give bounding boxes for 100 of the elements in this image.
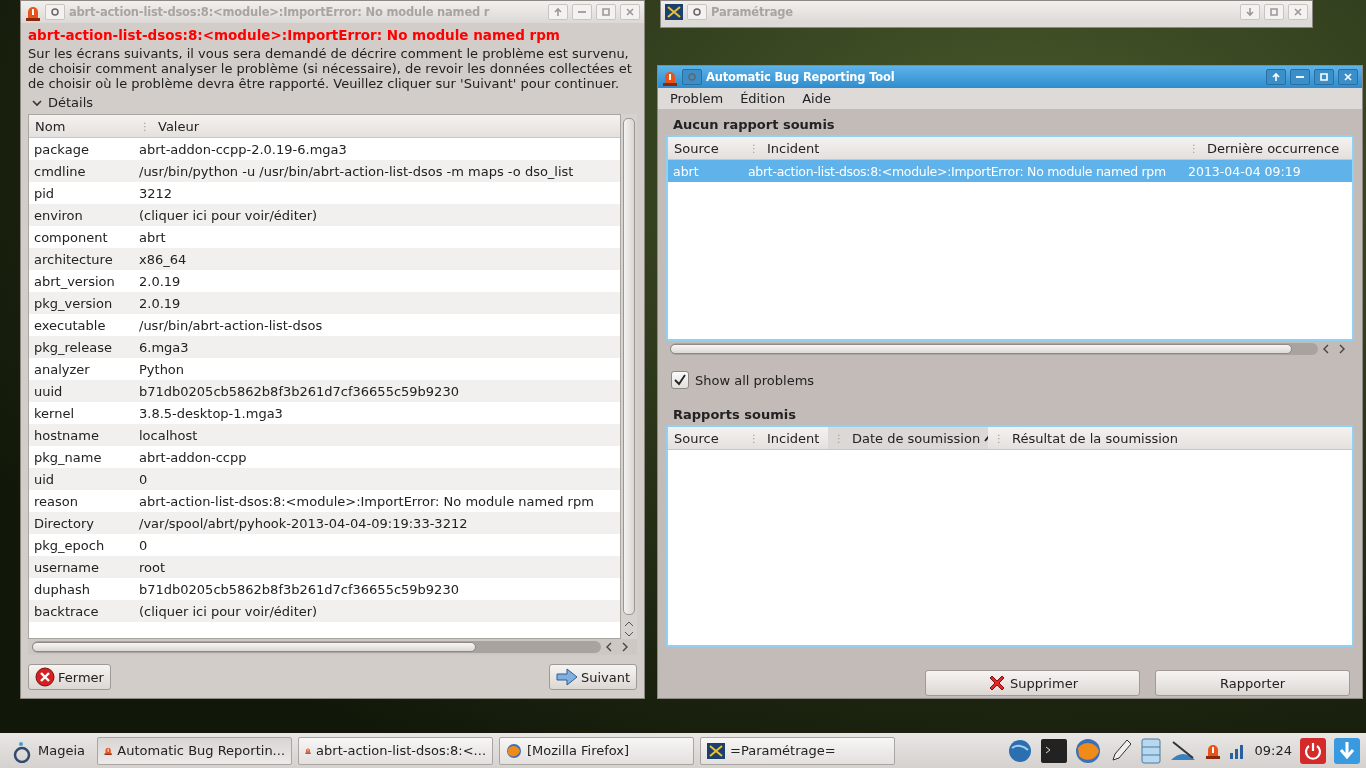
table-cell-text: pid [33, 185, 56, 201]
column-label: Incident [767, 140, 820, 156]
column-header[interactable]: ⋮ Incident [743, 427, 828, 449]
next-button[interactable]: Suivant [548, 664, 637, 690]
description-text: Sur les écrans suivants, il vous sera demandé de décrire comment le problème est survenu, de choisir comment analyser le problème (si nécessaire), de revoir les données collectées et de choisir où le problème devra être rapporté. Veuillez cliquer sur 'Suivant' pour continuer. [28, 46, 633, 91]
power-icon[interactable] [1300, 737, 1326, 764]
column-header[interactable]: ⋮ Incident [743, 137, 1183, 159]
start-menu-button[interactable]: Mageia [6, 738, 91, 763]
table-cell-text: 2.0.19 [138, 295, 182, 311]
table-cell-text: abrt-addon-ccpp [138, 449, 248, 465]
menu-item[interactable]: Problem [670, 91, 724, 106]
table-cell-text: pkg_version [33, 295, 114, 311]
column-label: Résultat de la soumission [1012, 430, 1179, 446]
close-icon [1293, 7, 1303, 17]
show-all-checkbox[interactable]: Show all problems [671, 371, 1354, 389]
table-cell-text: package [33, 141, 90, 157]
column-separator: ⋮ [140, 120, 150, 132]
horizontal-scrollbar[interactable] [28, 639, 637, 655]
taskbar-task[interactable]: =Paramétrage= [700, 736, 895, 765]
column-header[interactable]: ⋮ Résultat de la soumission [988, 427, 1352, 449]
table-cell-text: (cliquer ici pour voir/éditer) [138, 603, 319, 619]
terminal-icon[interactable] [1040, 738, 1067, 763]
table-cell-text: 3.8.5-desktop-1.mga3 [138, 405, 284, 421]
table-cell-text: root [138, 559, 167, 575]
menu-item[interactable]: Édition [740, 91, 786, 106]
arrow-down-icon [1245, 7, 1255, 17]
table-cell-text: localhost [138, 427, 199, 443]
column-label: Source [674, 430, 719, 446]
close-button[interactable] [1288, 4, 1308, 20]
tools-icon [707, 742, 725, 759]
close-button[interactable]: Fermer [28, 664, 111, 690]
column-header[interactable]: Nom [29, 115, 134, 137]
table-cell-text: Python [138, 361, 186, 377]
table-cell-text: b71db0205cb5862b8f3b261d7cf36655c59b9230 [138, 383, 460, 399]
circle-icon [693, 8, 701, 16]
maximize-button[interactable] [1314, 69, 1334, 85]
browser-icon[interactable] [1074, 737, 1101, 764]
taskbar-task[interactable]: abrt-action-list-dsos:8:<... [298, 736, 493, 765]
maximize-icon [1319, 72, 1329, 82]
close-icon [625, 7, 635, 17]
keep-below-button[interactable] [1240, 4, 1260, 20]
table-cell-text: uid [33, 471, 56, 487]
checkmark-icon [674, 374, 686, 386]
section-title: Aucun rapport soumis [673, 117, 836, 132]
table-cell-text: uuid [33, 383, 64, 399]
window-title: abrt-action-list-dsos:8:<module>:ImportError: No module named r [69, 5, 491, 19]
arrow-up-icon [1271, 72, 1281, 82]
column-separator: ⋮ [1189, 142, 1199, 154]
column-header[interactable]: Source [668, 137, 743, 159]
minimize-button[interactable] [572, 4, 592, 20]
table-cell-text: Directory [33, 515, 95, 531]
column-separator: ⋮ [834, 432, 844, 444]
table-cell-text: reason [33, 493, 79, 509]
maximize-button[interactable] [1264, 4, 1284, 20]
arrow-up-icon [553, 7, 563, 17]
maximize-button[interactable] [596, 4, 616, 20]
table-cell-text: username [33, 559, 100, 575]
table-cell-text: 3212 [138, 185, 174, 201]
details-expander[interactable]: Détails [28, 91, 637, 112]
tools-icon [665, 4, 683, 20]
menu-item[interactable]: Aide [802, 91, 831, 106]
column-label: Incident [767, 430, 820, 446]
alarm-light-icon [1204, 742, 1221, 759]
column-header[interactable]: ⋮ Date de soumission [828, 427, 988, 449]
window-menu-button[interactable] [45, 4, 65, 20]
column-header[interactable]: ⋮ Dernière occurrence [1183, 137, 1352, 159]
minimize-button[interactable] [1290, 69, 1310, 85]
table-cell-text: 2.0.19 [138, 273, 182, 289]
circle-icon [51, 8, 59, 16]
table-cell-text: b71db0205cb5862b8f3b261d7cf36655c59b9230 [138, 581, 460, 597]
arrow-right-icon [555, 668, 578, 686]
close-icon [1343, 72, 1353, 82]
close-button[interactable] [1338, 69, 1358, 85]
globe-icon[interactable] [1006, 737, 1033, 764]
table-cell-text: x86_64 [138, 251, 188, 267]
table-cell-text: (cliquer ici pour voir/éditer) [138, 207, 319, 223]
cabinet-icon[interactable] [1140, 737, 1161, 764]
table-cell-text: architecture [33, 251, 114, 267]
vertical-scrollbar[interactable] [621, 114, 637, 639]
clock: 09:24 [1254, 743, 1292, 758]
taskbar-task[interactable]: Automatic Bug Reportin... [97, 736, 292, 765]
column-header[interactable]: ⋮ Valeur [134, 115, 620, 137]
window-menu-button[interactable] [687, 4, 707, 20]
keep-above-button[interactable] [548, 4, 568, 20]
minimize-icon [578, 11, 586, 13]
close-button[interactable] [620, 4, 640, 20]
table-cell-text: kernel [33, 405, 76, 421]
table-cell-text: 0 [138, 537, 149, 553]
report-button[interactable]: Rapporter [1155, 670, 1350, 696]
column-separator: ⋮ [749, 432, 759, 444]
table-cell-text: abrt [138, 229, 167, 245]
column-header[interactable]: Source [668, 427, 743, 449]
maximize-icon [1269, 7, 1279, 17]
error-heading: abrt-action-list-dsos:8:<module>:ImportError: No module named rpm [28, 27, 561, 43]
table-cell-text: pkg_name [33, 449, 103, 465]
keep-above-button[interactable] [1266, 69, 1286, 85]
delete-button[interactable]: Supprimer [925, 670, 1140, 696]
taskbar-task[interactable]: [Mozilla Firefox] [499, 736, 694, 765]
table-cell-text: abrt-addon-ccpp-2.0.19-6.mga3 [138, 141, 348, 157]
table-cell-text: abrt-action-list-dsos:8:<module>:ImportError: No module named rpm [138, 493, 595, 509]
